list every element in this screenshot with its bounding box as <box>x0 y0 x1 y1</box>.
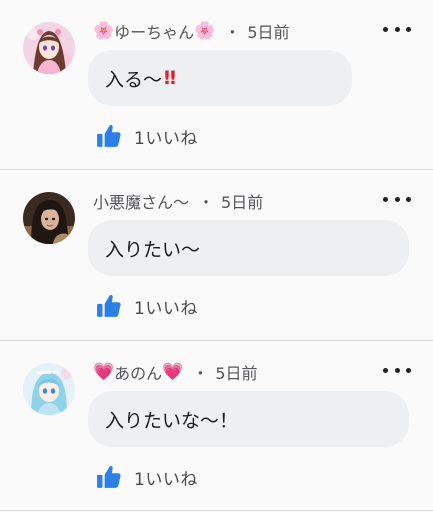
comment-text: 入りたい〜 <box>105 238 201 261</box>
flower-emoji-icon: 🌸 <box>93 20 115 41</box>
comment-text: 入る〜 <box>105 68 163 91</box>
comment-bubble: 入る〜 ‼ <box>88 50 352 106</box>
like-button[interactable]: 1いいね <box>96 291 198 321</box>
user-avatar[interactable] <box>23 192 75 244</box>
timestamp: 5日前 <box>247 23 290 42</box>
username[interactable]: 小悪魔さん〜 <box>93 189 189 213</box>
avatar-anime-girl-pink-icon <box>23 22 75 74</box>
more-options-icon[interactable] <box>383 22 411 36</box>
double-exclamation-icon: ‼ <box>164 67 176 89</box>
comment-bubble: 入りたいな〜！ <box>88 391 409 447</box>
heart-emoji-icon: 💗 <box>162 361 184 382</box>
meta-separator: ・ <box>224 23 241 42</box>
like-count: 1いいね <box>134 128 198 149</box>
comment-item: 🌸 ゆーちゃん 🌸 ・ 5日前 入る〜 ‼ 1いいね <box>0 0 433 170</box>
user-avatar[interactable] <box>23 363 75 415</box>
comment-bubble: 入りたい〜 <box>88 220 409 276</box>
more-options-icon[interactable] <box>383 363 411 377</box>
more-options-icon[interactable] <box>383 192 411 206</box>
flower-emoji-icon: 🌸 <box>194 20 216 41</box>
comment-meta: 🌸 ゆーちゃん 🌸 ・ 5日前 <box>93 18 290 44</box>
like-button[interactable]: 1いいね <box>96 121 198 151</box>
thumbs-up-icon <box>97 125 121 147</box>
username[interactable]: あのん <box>114 360 162 384</box>
avatar-anime-blue-icon <box>23 363 75 415</box>
comment-feed: 🌸 ゆーちゃん 🌸 ・ 5日前 入る〜 ‼ 1いいね 小悪魔さん〜 ・ 5日前 … <box>0 0 433 512</box>
thumbs-up-icon <box>97 295 121 317</box>
like-button[interactable]: 1いいね <box>96 462 198 492</box>
like-count: 1いいね <box>134 298 198 319</box>
username[interactable]: ゆーちゃん <box>114 19 194 43</box>
comment-item: 💗 あのん 💗 ・ 5日前 入りたいな〜！ 1いいね <box>0 341 433 511</box>
user-avatar[interactable] <box>23 22 75 74</box>
timestamp: 5日前 <box>215 364 258 383</box>
like-count: 1いいね <box>134 469 198 490</box>
comment-text: 入りたいな〜！ <box>105 409 239 432</box>
comment-meta: 💗 あのん 💗 ・ 5日前 <box>93 359 258 385</box>
timestamp: 5日前 <box>221 193 264 212</box>
meta-separator: ・ <box>192 364 209 383</box>
comment-item: 小悪魔さん〜 ・ 5日前 入りたい〜 1いいね <box>0 170 433 340</box>
thumbs-up-icon <box>97 466 121 488</box>
divider <box>0 510 433 511</box>
comment-meta: 小悪魔さん〜 ・ 5日前 <box>93 188 263 214</box>
meta-separator: ・ <box>198 193 215 212</box>
avatar-photo-dark-icon <box>23 192 75 244</box>
heart-emoji-icon: 💗 <box>93 361 115 382</box>
